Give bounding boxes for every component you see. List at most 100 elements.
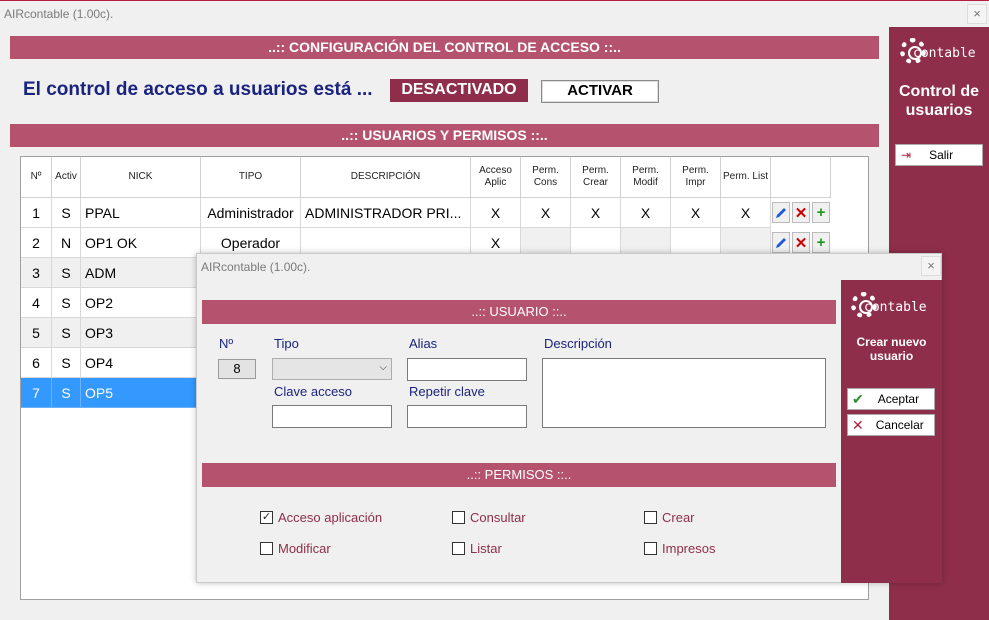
add-icon[interactable]: +	[812, 232, 830, 253]
checkbox-box	[644, 542, 657, 555]
cell-n: 5	[21, 318, 52, 348]
window-title: AIRcontable (1.00c).	[4, 7, 114, 21]
delete-icon[interactable]: ✕	[792, 202, 810, 223]
dialog-panel-title: Crear nuevo usuario	[856, 335, 927, 363]
close-icon: ✕	[852, 416, 864, 433]
col-header-crear[interactable]: Perm. Crear	[571, 157, 621, 198]
dialog-close-button[interactable]: ×	[921, 256, 941, 276]
cell-nick: OP1 OK	[81, 228, 201, 258]
cell-activ: S	[52, 198, 81, 228]
clave-label: Clave acceso	[274, 384, 353, 399]
col-header-tipo[interactable]: TIPO	[201, 157, 301, 198]
cell-impr: X	[671, 198, 721, 228]
cell-n: 2	[21, 228, 52, 258]
cell-nick: OP3	[81, 318, 201, 348]
cell-nick: PPAL	[81, 198, 201, 228]
perm-consultar-checkbox[interactable]: Consultar	[452, 510, 526, 525]
cell-n: 6	[21, 348, 52, 378]
descripcion-label: Descripción	[544, 336, 612, 351]
delete-icon[interactable]: ✕	[792, 232, 810, 253]
col-header-nick[interactable]: NICK	[81, 157, 201, 198]
checkmark-icon: ✔	[852, 390, 864, 407]
cell-n: 1	[21, 198, 52, 228]
dialog-title: AIRcontable (1.00c).	[201, 260, 311, 274]
cell-nick: OP2	[81, 288, 201, 318]
cell-activ: N	[52, 228, 81, 258]
cell-activ: S	[52, 378, 81, 408]
cell-modif: X	[621, 198, 671, 228]
table-row[interactable]: 1 S PPAL Administrador ADMINISTRADOR PRI…	[21, 198, 831, 228]
col-header-n[interactable]: Nº	[21, 157, 52, 198]
col-header-activ[interactable]: Activ	[52, 157, 81, 198]
col-header-impr[interactable]: Perm. Impr	[671, 157, 721, 198]
user-section-header: ..:: USUARIO ::..	[202, 300, 836, 324]
exit-button[interactable]: ⇥ Salir	[895, 144, 983, 166]
col-header-descripcion[interactable]: DESCRIPCIÓN	[301, 157, 471, 198]
perm-crear-checkbox[interactable]: Crear	[644, 510, 695, 525]
cancel-button-label: Cancelar	[875, 418, 924, 432]
cell-activ: S	[52, 288, 81, 318]
cell-nick: OP5	[81, 378, 201, 408]
tipo-select[interactable]: ⌵	[272, 358, 392, 380]
cell-nick: ADM	[81, 258, 201, 288]
accept-button-label: Aceptar	[877, 392, 920, 406]
chevron-down-icon: ⌵	[379, 362, 387, 373]
activate-button[interactable]: ACTIVAR	[541, 80, 659, 103]
cell-acceso: X	[471, 198, 521, 228]
edit-icon[interactable]	[772, 232, 790, 253]
exit-icon: ⇥	[901, 148, 912, 162]
perm-listar-checkbox[interactable]: Listar	[452, 541, 502, 556]
col-header-acceso[interactable]: Acceso Aplic	[471, 157, 521, 198]
repetir-clave-input[interactable]	[407, 405, 527, 428]
close-window-button[interactable]: ×	[967, 4, 987, 24]
dialog-logo-text: contable	[864, 300, 927, 315]
title-bar: AIRcontable (1.00c). ×	[0, 0, 989, 26]
checkbox-box	[260, 542, 273, 555]
cell-tipo: Administrador	[201, 198, 301, 228]
cell-n: 3	[21, 258, 52, 288]
panel-title: Control de usuarios	[899, 83, 979, 119]
accept-button[interactable]: ✔ Aceptar	[847, 388, 935, 410]
access-control-label: El control de acceso a usuarios está ...	[23, 79, 373, 100]
cell-activ: S	[52, 348, 81, 378]
perm-acceso-checkbox[interactable]: ✓ Acceso aplicación	[260, 510, 382, 525]
status-badge: DESACTIVADO	[390, 79, 528, 102]
alias-input[interactable]	[407, 358, 527, 381]
perm-impresos-label: Impresos	[662, 541, 716, 556]
add-icon[interactable]: +	[812, 202, 830, 223]
col-header-cons[interactable]: Perm. Cons	[521, 157, 571, 198]
logo-text: contable	[913, 46, 976, 61]
col-header-actions	[771, 157, 831, 198]
perm-impresos-checkbox[interactable]: Impresos	[644, 541, 715, 556]
checkmark-icon: ✓	[260, 511, 273, 524]
cell-nick: OP4	[81, 348, 201, 378]
cell-crear: X	[571, 198, 621, 228]
descripcion-input[interactable]	[542, 358, 826, 428]
perm-acceso-label: Acceso aplicación	[278, 510, 383, 525]
exit-button-label: Salir	[929, 148, 954, 162]
cell-n: 7	[21, 378, 52, 408]
tipo-label: Tipo	[274, 336, 299, 351]
checkbox-box	[644, 511, 657, 524]
perm-consultar-label: Consultar	[470, 510, 526, 525]
checkbox-box	[452, 542, 465, 555]
perm-listar-label: Listar	[470, 541, 502, 556]
perm-modificar-checkbox[interactable]: Modificar	[260, 541, 331, 556]
cell-cons: X	[521, 198, 571, 228]
clave-input[interactable]	[272, 405, 392, 428]
cell-activ: S	[52, 258, 81, 288]
cell-n: 4	[21, 288, 52, 318]
col-header-modif[interactable]: Perm. Modif	[621, 157, 671, 198]
alias-label: Alias	[409, 336, 438, 351]
col-header-list[interactable]: Perm. List	[721, 157, 771, 198]
permisos-section-header: ..:: PERMISOS ::..	[202, 463, 836, 487]
config-section-header: ..:: CONFIGURACIÓN DEL CONTROL DE ACCESO…	[10, 36, 879, 59]
cell-list: X	[721, 198, 771, 228]
edit-icon[interactable]	[772, 202, 790, 223]
perm-crear-label: Crear	[662, 510, 695, 525]
dialog-side-panel: contable Crear nuevo usuario ✔ Aceptar ✕…	[841, 280, 942, 583]
numero-label: Nº	[219, 336, 234, 351]
numero-field: 8	[218, 359, 256, 379]
checkbox-box	[452, 511, 465, 524]
cancel-button[interactable]: ✕ Cancelar	[847, 414, 935, 436]
